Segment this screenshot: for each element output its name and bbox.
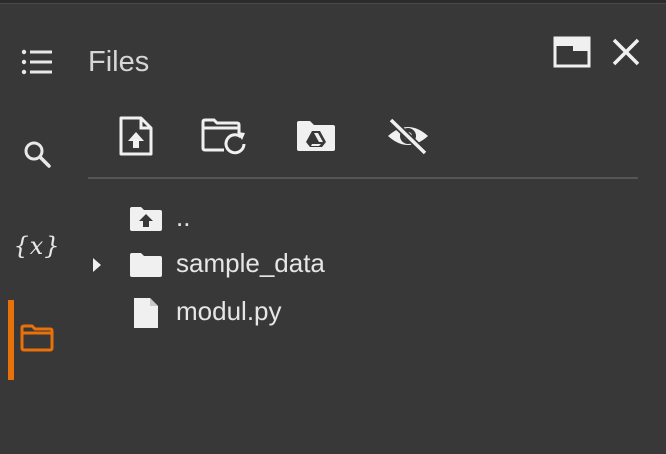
close-icon [611,37,641,72]
folder-icon [20,324,54,357]
close-button[interactable] [606,36,646,72]
files-panel-window: {x} Files .. sample_data modul.py [0,0,666,454]
window-icon [553,36,591,73]
upload-file-icon [118,115,154,162]
variables-icon: {x} [13,232,61,260]
panel-title: Files [88,46,150,78]
toggle-hidden-files-button[interactable] [380,112,436,164]
upload-file-button[interactable] [108,112,164,164]
search-icon [23,140,51,173]
tree-row-sample-data[interactable]: sample_data [80,242,640,286]
rail-item-variables[interactable]: {x} [0,216,74,276]
tree-row-parent[interactable]: .. [80,196,640,240]
tree-label: sample_data [176,248,325,278]
toolbar-divider [88,177,638,179]
top-border [0,0,666,4]
drive-folder-icon [295,119,337,158]
move-to-tab-button[interactable] [550,36,594,72]
folder-up-icon [126,202,166,236]
file-icon [126,296,166,330]
folder-icon [126,248,166,282]
folder-refresh-icon [200,116,248,161]
rail-item-table-of-contents[interactable] [0,34,74,94]
eye-off-icon [385,116,431,160]
rail-item-find[interactable] [0,126,74,186]
list-icon [21,49,53,80]
mount-drive-button[interactable] [288,112,344,164]
expand-caret-icon[interactable] [90,256,104,279]
tree-label: modul.py [176,296,282,326]
rail-item-files[interactable] [0,310,74,370]
tree-label: .. [176,202,191,232]
refresh-button[interactable] [196,112,252,164]
tree-row-modul-py[interactable]: modul.py [80,290,640,334]
